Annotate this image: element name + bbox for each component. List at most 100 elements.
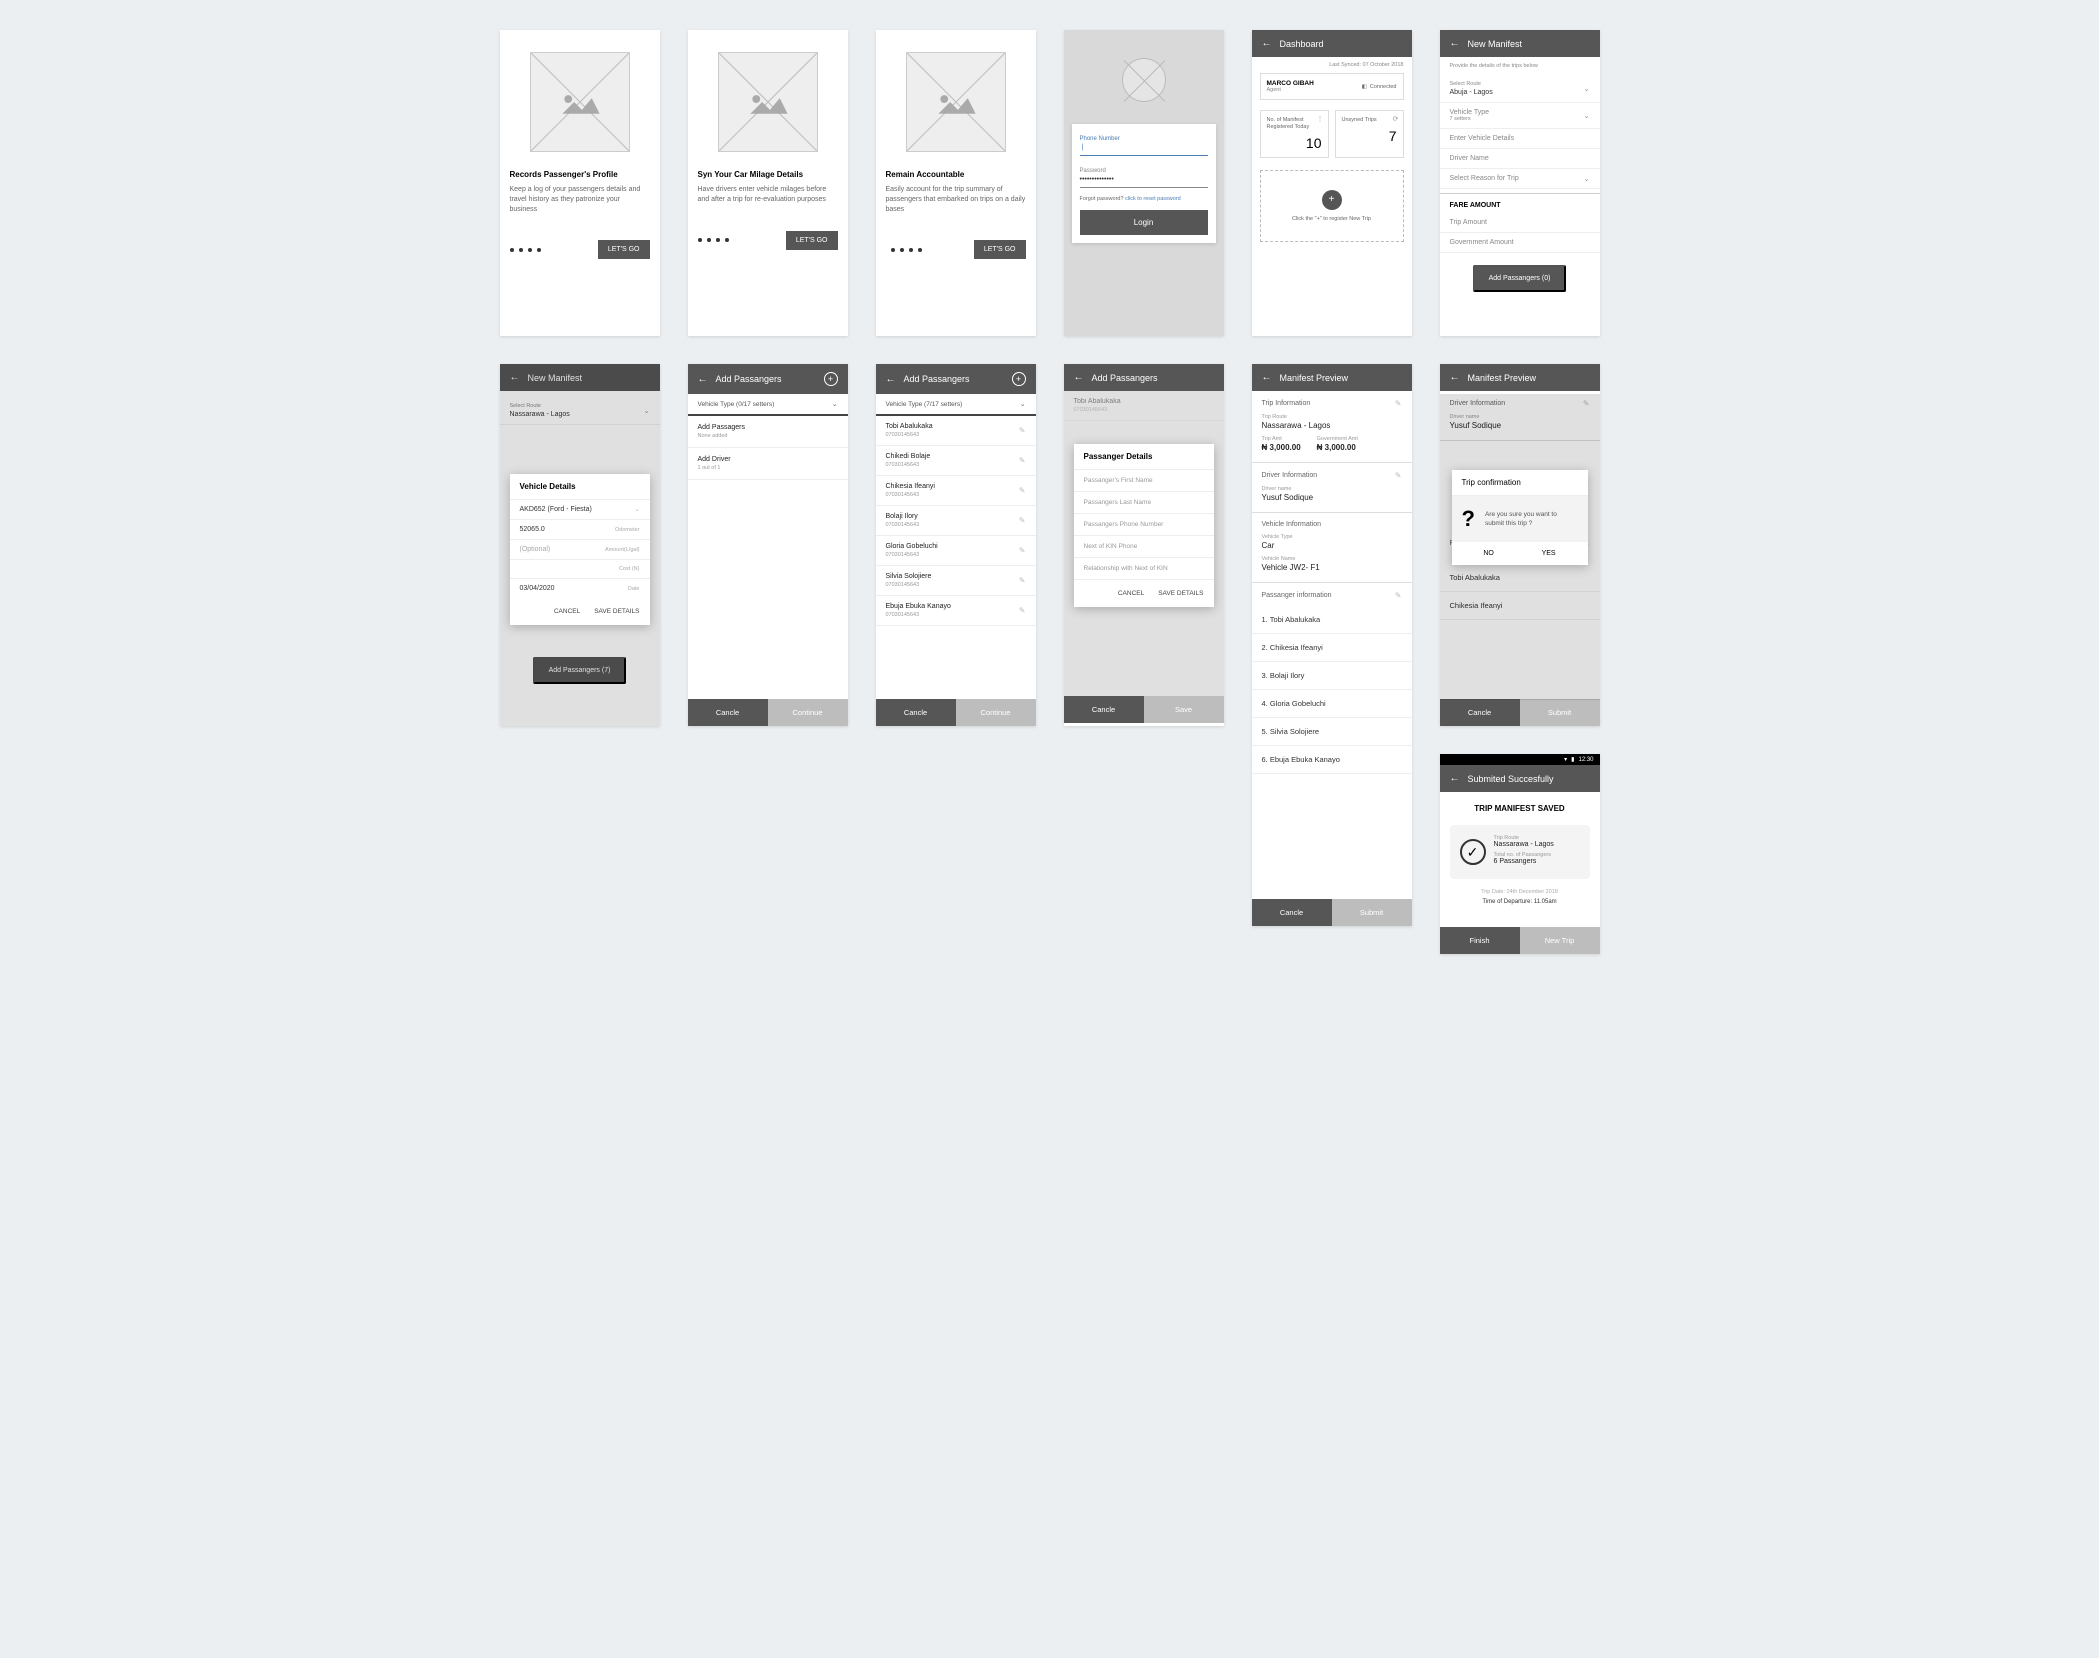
login-screen: Phone Number | Password •••••••••••••• F… — [1064, 30, 1224, 336]
edit-icon[interactable]: ✎ — [1395, 591, 1402, 600]
cancel-button[interactable]: Cancle — [1440, 699, 1520, 726]
add-icon[interactable]: + — [1012, 372, 1026, 386]
modal-title: Trip confirmation — [1452, 470, 1588, 496]
back-icon[interactable]: ← — [1074, 372, 1084, 383]
modal-body: Are you sure you want to submit this tri… — [1485, 510, 1578, 528]
cancel-button[interactable]: Cancle — [688, 699, 768, 726]
amount-field[interactable]: (Optional)Amount(L/gal) — [510, 539, 650, 559]
reset-password-link[interactable]: click to reset password — [1125, 196, 1181, 202]
save-details-button[interactable]: SAVE DETAILS — [594, 608, 639, 615]
continue-button[interactable]: Continue — [956, 699, 1036, 726]
cancel-button[interactable]: Cancle — [876, 699, 956, 726]
trip-amount-field[interactable]: Trip Amount — [1440, 213, 1600, 233]
onboarding-screen-3: Remain Accountable Easily account for th… — [876, 30, 1036, 336]
section-title: Vehicle Information — [1262, 521, 1322, 528]
add-driver-section[interactable]: Add Driver1 out of 1 — [688, 448, 848, 480]
continue-button[interactable]: Continue — [768, 699, 848, 726]
list-item[interactable]: Tobi Abalukaka07030145643✎ — [876, 416, 1036, 446]
phone-value: | — [1080, 144, 1208, 151]
no-button[interactable]: NO — [1483, 550, 1494, 557]
date-field[interactable]: 03/04/2020Date — [510, 578, 650, 598]
cancel-button[interactable]: Cancle — [1064, 696, 1144, 723]
add-passengers-button[interactable]: Add Passangers (0) — [1473, 265, 1567, 292]
back-icon[interactable]: ← — [698, 374, 708, 385]
status-bar: ▾▮12:30 — [1440, 754, 1600, 765]
password-field[interactable]: Password •••••••••••••• — [1080, 164, 1208, 188]
edit-icon[interactable]: ✎ — [1395, 399, 1402, 408]
refresh-icon[interactable]: ⟳ — [1393, 115, 1399, 123]
cancel-button[interactable]: CANCEL — [554, 608, 580, 615]
onboarding-body: Have drivers enter vehicle milages befor… — [698, 185, 838, 205]
forgot-password: Forgot password? click to reset password — [1080, 196, 1208, 202]
passenger-details-modal: Passanger Details Passanger's First Name… — [1074, 444, 1214, 607]
vehicle-select[interactable]: AKD652 (Ford - Fiesta)⌄ — [510, 499, 650, 519]
add-icon[interactable]: + — [824, 372, 838, 386]
chevron-down-icon: ⌄ — [635, 507, 640, 513]
save-button[interactable]: Save — [1144, 696, 1224, 723]
more-icon[interactable]: ⋮ — [1317, 115, 1324, 123]
finish-button[interactable]: Finish — [1440, 927, 1520, 954]
success-heading: TRIP MANIFEST SAVED — [1440, 792, 1600, 825]
edit-icon[interactable]: ✎ — [1019, 606, 1026, 615]
onboarding-title: Records Passenger's Profile — [510, 170, 650, 179]
edit-icon[interactable]: ✎ — [1019, 516, 1026, 525]
vehicle-details-field[interactable]: Enter Vehicle Details — [1440, 129, 1600, 149]
text-input[interactable]: Passangers Last Name — [1074, 492, 1214, 514]
yes-button[interactable]: YES — [1542, 550, 1556, 557]
odometer-field[interactable]: 52065.0Odometer — [510, 519, 650, 539]
phone-field[interactable]: Phone Number | — [1080, 132, 1208, 156]
edit-icon[interactable]: ✎ — [1019, 576, 1026, 585]
list-item[interactable]: Bolaji Ilory07030145643✎ — [876, 506, 1036, 536]
list-item[interactable]: Silvia Solojiere07030145643✎ — [876, 566, 1036, 596]
save-details-button[interactable]: SAVE DETAILS — [1158, 590, 1203, 597]
list-item: 6. Ebuja Ebuka Kanayo — [1252, 746, 1412, 774]
back-icon[interactable]: ← — [1262, 38, 1272, 49]
modal-title: Passanger Details — [1074, 444, 1214, 470]
back-icon[interactable]: ← — [886, 374, 896, 385]
edit-icon[interactable]: ✎ — [1019, 546, 1026, 555]
text-input[interactable]: Relationship with Next of KIN — [1074, 558, 1214, 580]
password-label: Password — [1080, 168, 1208, 174]
list-item[interactable]: Chikesia Ifeanyi07030145643✎ — [876, 476, 1036, 506]
reason-field[interactable]: Select Reason for Trip⌄ — [1440, 169, 1600, 189]
gov-amount-field[interactable]: Government Amount — [1440, 233, 1600, 253]
back-icon[interactable]: ← — [1450, 372, 1460, 383]
route-field[interactable]: Select RouteAbuja - Lagos⌄ — [1440, 75, 1600, 103]
back-icon[interactable]: ← — [1450, 38, 1460, 49]
back-icon[interactable]: ← — [1450, 773, 1460, 784]
text-input[interactable]: Passanger's First Name — [1074, 470, 1214, 492]
driver-name-field[interactable]: Driver Name — [1440, 149, 1600, 169]
submit-button[interactable]: Submit — [1520, 699, 1600, 726]
manifest-preview-screen: ←Manifest Preview Trip Information✎ Trip… — [1252, 364, 1412, 926]
edit-icon[interactable]: ✎ — [1019, 486, 1026, 495]
list-item[interactable]: Ebuja Ebuka Kanayo07030145643✎ — [876, 596, 1036, 626]
edit-icon[interactable]: ✎ — [1395, 471, 1402, 480]
list-item[interactable]: Gloria Gobeluchi07030145643✎ — [876, 536, 1036, 566]
vehicle-type-select[interactable]: Vehicle Type (7/17 setters)⌄ — [876, 394, 1036, 416]
lets-go-button[interactable]: LET'S GO — [974, 240, 1026, 259]
vehicle-type-field[interactable]: Vehicle Type7 setters⌄ — [1440, 103, 1600, 129]
onboarding-title: Syn Your Car Milage Details — [698, 170, 838, 179]
edit-icon[interactable]: ✎ — [1019, 456, 1026, 465]
cancel-button[interactable]: Cancle — [1252, 899, 1332, 926]
text-input[interactable]: Passangers Phone Number — [1074, 514, 1214, 536]
stat-unsynced: ⟳ Unsyned Trips 7 — [1335, 110, 1404, 158]
section-title: Passanger information — [1262, 592, 1332, 599]
cost-field[interactable]: Cost (N) — [510, 559, 650, 578]
add-trip-zone[interactable]: + Click the "+" to register New Trip — [1260, 170, 1404, 242]
login-button[interactable]: Login — [1080, 210, 1208, 235]
plus-icon[interactable]: + — [1322, 190, 1342, 210]
submit-button[interactable]: Submit — [1332, 899, 1412, 926]
edit-icon[interactable]: ✎ — [1019, 426, 1026, 435]
lets-go-button[interactable]: LET'S GO — [786, 231, 838, 250]
lets-go-button[interactable]: LET'S GO — [598, 240, 650, 259]
back-icon[interactable]: ← — [1262, 372, 1272, 383]
page-dots — [510, 248, 541, 252]
vehicle-type-select[interactable]: Vehicle Type (0/17 setters)⌄ — [688, 394, 848, 416]
text-input[interactable]: Next of KIN Phone — [1074, 536, 1214, 558]
add-passengers-section[interactable]: Add PassagersNone added — [688, 416, 848, 448]
new-trip-button[interactable]: New Trip — [1520, 927, 1600, 954]
cancel-button[interactable]: CANCEL — [1118, 590, 1144, 597]
onboarding-body: Easily account for the trip summary of p… — [886, 185, 1026, 214]
list-item[interactable]: Chikedi Bolaje07030145643✎ — [876, 446, 1036, 476]
